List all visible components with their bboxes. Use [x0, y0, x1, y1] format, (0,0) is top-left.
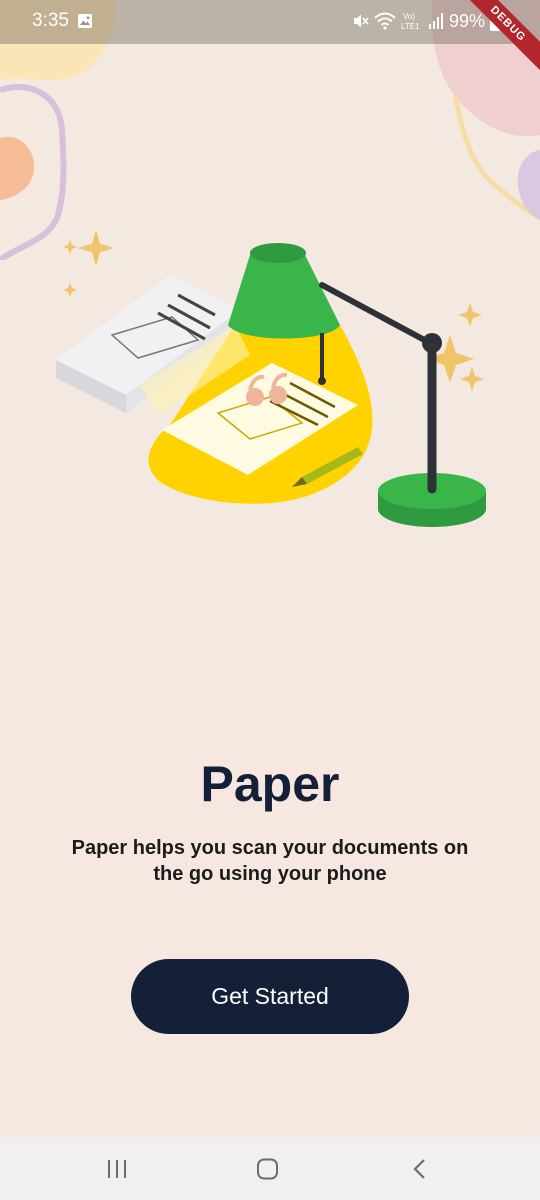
- navigation-bar: [0, 1137, 540, 1200]
- documents-lamp-illustration: [56, 230, 486, 527]
- app-description: Paper helps you scan your documents on t…: [71, 837, 469, 885]
- wifi-icon: [374, 12, 396, 30]
- back-icon: [413, 1159, 425, 1179]
- signal-icon: [428, 13, 443, 29]
- volte-label: Vo): [403, 12, 415, 21]
- network-label: LTE1: [401, 22, 420, 31]
- home-button[interactable]: [248, 1151, 288, 1187]
- vibrate-mute-icon: [353, 14, 369, 28]
- status-time: 3:35: [32, 10, 69, 31]
- network-type-icon: Vo) LTE1: [401, 12, 420, 31]
- get-started-button[interactable]: Get Started: [131, 959, 409, 1034]
- battery-percent: 99%: [448, 10, 485, 31]
- status-bar: 3:35 Vo) LTE1 99% DEBUG: [0, 0, 540, 81]
- back-button[interactable]: [400, 1151, 440, 1187]
- recents-button[interactable]: [97, 1151, 137, 1187]
- home-icon: [257, 1158, 278, 1180]
- status-icons: Vo) LTE1 99%: [351, 10, 500, 32]
- image-icon: [78, 14, 92, 28]
- recents-icon: [108, 1160, 126, 1178]
- app-title: Paper: [200, 756, 340, 812]
